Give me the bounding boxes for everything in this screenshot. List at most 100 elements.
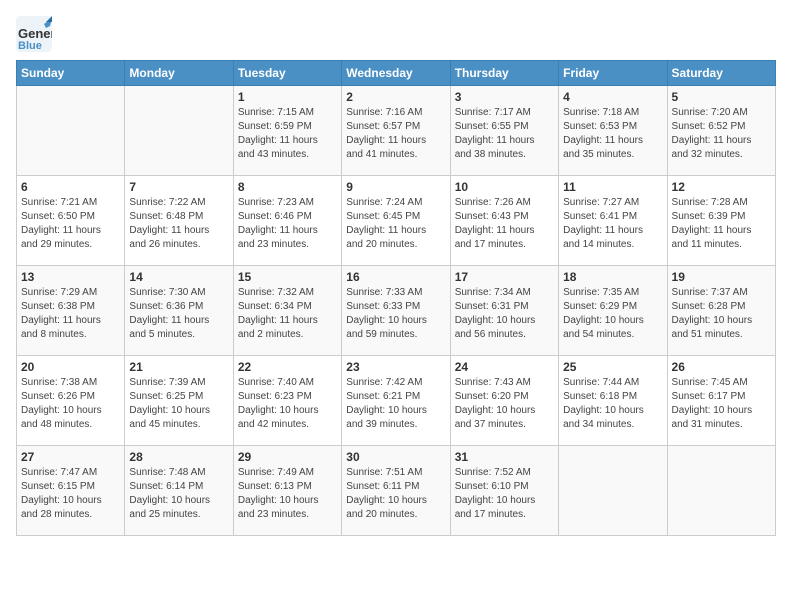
- day-detail: Sunrise: 7:40 AM Sunset: 6:23 PM Dayligh…: [238, 376, 337, 432]
- day-number: 12: [672, 180, 771, 194]
- calendar-cell: 30Sunrise: 7:51 AM Sunset: 6:11 PM Dayli…: [342, 446, 450, 536]
- calendar-cell: 19 Sunrise: 7:37 AM Sunset: 6:28 PM Dayli…: [667, 266, 775, 356]
- day-detail: Sunrise: 7:17 AM Sunset: 6:55 PM Dayligh…: [455, 106, 554, 162]
- day-detail: Sunrise: 7:21 AM Sunset: 6:50 PM Dayligh…: [21, 196, 120, 252]
- calendar-cell: [125, 86, 233, 176]
- calendar-cell: 21 Sunrise: 7:39 AM Sunset: 6:25 PM Dayli…: [125, 356, 233, 446]
- calendar-cell: 7 Sunrise: 7:22 AM Sunset: 6:48 PM Daylig…: [125, 176, 233, 266]
- day-number: 29: [238, 450, 337, 464]
- day-of-week-thursday: Thursday: [450, 61, 558, 86]
- calendar-cell: 23 Sunrise: 7:42 AM Sunset: 6:21 PM Dayli…: [342, 356, 450, 446]
- calendar-header: SundayMondayTuesdayWednesdayThursdayFrid…: [17, 61, 776, 86]
- day-detail: Sunrise: 7:52 AM Sunset: 6:10 PM Dayligh…: [455, 466, 554, 522]
- day-detail: Sunrise: 7:47 AM Sunset: 6:15 PM Dayligh…: [21, 466, 120, 522]
- day-detail: Sunrise: 7:28 AM Sunset: 6:39 PM Dayligh…: [672, 196, 771, 252]
- calendar-cell: 10 Sunrise: 7:26 AM Sunset: 6:43 PM Dayli…: [450, 176, 558, 266]
- day-number: 7: [129, 180, 228, 194]
- day-of-week-sunday: Sunday: [17, 61, 125, 86]
- calendar-cell: 16 Sunrise: 7:33 AM Sunset: 6:33 PM Dayli…: [342, 266, 450, 356]
- day-of-week-wednesday: Wednesday: [342, 61, 450, 86]
- day-detail: Sunrise: 7:48 AM Sunset: 6:14 PM Dayligh…: [129, 466, 228, 522]
- day-detail: Sunrise: 7:45 AM Sunset: 6:17 PM Dayligh…: [672, 376, 771, 432]
- day-detail: Sunrise: 7:32 AM Sunset: 6:34 PM Dayligh…: [238, 286, 337, 342]
- day-number: 1: [238, 90, 337, 104]
- calendar-table: SundayMondayTuesdayWednesdayThursdayFrid…: [16, 60, 776, 536]
- calendar-cell: 6 Sunrise: 7:21 AM Sunset: 6:50 PM Daylig…: [17, 176, 125, 266]
- day-number: 2: [346, 90, 445, 104]
- day-number: 6: [21, 180, 120, 194]
- day-number: 20: [21, 360, 120, 374]
- day-detail: Sunrise: 7:42 AM Sunset: 6:21 PM Dayligh…: [346, 376, 445, 432]
- day-number: 27: [21, 450, 120, 464]
- day-detail: Sunrise: 7:23 AM Sunset: 6:46 PM Dayligh…: [238, 196, 337, 252]
- week-row-3: 13 Sunrise: 7:29 AM Sunset: 6:38 PM Dayli…: [17, 266, 776, 356]
- calendar-cell: [559, 446, 667, 536]
- calendar-cell: 4 Sunrise: 7:18 AM Sunset: 6:53 PM Daylig…: [559, 86, 667, 176]
- day-number: 31: [455, 450, 554, 464]
- day-detail: Sunrise: 7:22 AM Sunset: 6:48 PM Dayligh…: [129, 196, 228, 252]
- day-number: 22: [238, 360, 337, 374]
- calendar-cell: 2 Sunrise: 7:16 AM Sunset: 6:57 PM Daylig…: [342, 86, 450, 176]
- calendar-cell: 3 Sunrise: 7:17 AM Sunset: 6:55 PM Daylig…: [450, 86, 558, 176]
- week-row-4: 20 Sunrise: 7:38 AM Sunset: 6:26 PM Dayli…: [17, 356, 776, 446]
- day-detail: Sunrise: 7:44 AM Sunset: 6:18 PM Dayligh…: [563, 376, 662, 432]
- week-row-1: 1 Sunrise: 7:15 AM Sunset: 6:59 PM Daylig…: [17, 86, 776, 176]
- day-number: 3: [455, 90, 554, 104]
- day-detail: Sunrise: 7:51 AM Sunset: 6:11 PM Dayligh…: [346, 466, 445, 522]
- day-number: 26: [672, 360, 771, 374]
- day-detail: Sunrise: 7:39 AM Sunset: 6:25 PM Dayligh…: [129, 376, 228, 432]
- day-number: 13: [21, 270, 120, 284]
- calendar-cell: 8 Sunrise: 7:23 AM Sunset: 6:46 PM Daylig…: [233, 176, 341, 266]
- calendar-cell: [17, 86, 125, 176]
- week-row-2: 6 Sunrise: 7:21 AM Sunset: 6:50 PM Daylig…: [17, 176, 776, 266]
- day-of-week-tuesday: Tuesday: [233, 61, 341, 86]
- day-number: 21: [129, 360, 228, 374]
- calendar-cell: 18 Sunrise: 7:35 AM Sunset: 6:29 PM Dayli…: [559, 266, 667, 356]
- day-detail: Sunrise: 7:34 AM Sunset: 6:31 PM Dayligh…: [455, 286, 554, 342]
- logo: General Blue: [16, 16, 52, 52]
- svg-text:General: General: [18, 26, 52, 41]
- day-detail: Sunrise: 7:43 AM Sunset: 6:20 PM Dayligh…: [455, 376, 554, 432]
- day-number: 4: [563, 90, 662, 104]
- day-number: 15: [238, 270, 337, 284]
- calendar-cell: 11 Sunrise: 7:27 AM Sunset: 6:41 PM Dayli…: [559, 176, 667, 266]
- day-number: 10: [455, 180, 554, 194]
- day-detail: Sunrise: 7:26 AM Sunset: 6:43 PM Dayligh…: [455, 196, 554, 252]
- calendar-cell: 12 Sunrise: 7:28 AM Sunset: 6:39 PM Dayli…: [667, 176, 775, 266]
- day-number: 16: [346, 270, 445, 284]
- day-number: 5: [672, 90, 771, 104]
- calendar-cell: 31 Sunrise: 7:52 AM Sunset: 6:10 PM Dayli…: [450, 446, 558, 536]
- day-detail: Sunrise: 7:15 AM Sunset: 6:59 PM Dayligh…: [238, 106, 337, 162]
- day-number: 19: [672, 270, 771, 284]
- day-detail: Sunrise: 7:37 AM Sunset: 6:28 PM Dayligh…: [672, 286, 771, 342]
- page-header: General Blue: [16, 16, 776, 52]
- day-detail: Sunrise: 7:20 AM Sunset: 6:52 PM Dayligh…: [672, 106, 771, 162]
- day-detail: Sunrise: 7:16 AM Sunset: 6:57 PM Dayligh…: [346, 106, 445, 162]
- day-detail: Sunrise: 7:18 AM Sunset: 6:53 PM Dayligh…: [563, 106, 662, 162]
- day-number: 28: [129, 450, 228, 464]
- day-detail: Sunrise: 7:35 AM Sunset: 6:29 PM Dayligh…: [563, 286, 662, 342]
- day-number: 11: [563, 180, 662, 194]
- calendar-cell: 25Sunrise: 7:44 AM Sunset: 6:18 PM Dayli…: [559, 356, 667, 446]
- day-number: 17: [455, 270, 554, 284]
- calendar-cell: 28 Sunrise: 7:48 AM Sunset: 6:14 PM Dayli…: [125, 446, 233, 536]
- day-number: 18: [563, 270, 662, 284]
- calendar-cell: 26 Sunrise: 7:45 AM Sunset: 6:17 PM Dayli…: [667, 356, 775, 446]
- calendar-cell: 13 Sunrise: 7:29 AM Sunset: 6:38 PM Dayli…: [17, 266, 125, 356]
- calendar-cell: 22 Sunrise: 7:40 AM Sunset: 6:23 PM Dayli…: [233, 356, 341, 446]
- day-number: 24: [455, 360, 554, 374]
- day-detail: Sunrise: 7:30 AM Sunset: 6:36 PM Dayligh…: [129, 286, 228, 342]
- calendar-cell: 17 Sunrise: 7:34 AM Sunset: 6:31 PM Dayli…: [450, 266, 558, 356]
- day-detail: Sunrise: 7:38 AM Sunset: 6:26 PM Dayligh…: [21, 376, 120, 432]
- day-number: 9: [346, 180, 445, 194]
- day-of-week-monday: Monday: [125, 61, 233, 86]
- logo-icon: General Blue: [16, 16, 52, 52]
- day-detail: Sunrise: 7:27 AM Sunset: 6:41 PM Dayligh…: [563, 196, 662, 252]
- day-number: 8: [238, 180, 337, 194]
- day-number: 14: [129, 270, 228, 284]
- day-number: 23: [346, 360, 445, 374]
- day-detail: Sunrise: 7:33 AM Sunset: 6:33 PM Dayligh…: [346, 286, 445, 342]
- calendar-cell: 27 Sunrise: 7:47 AM Sunset: 6:15 PM Dayli…: [17, 446, 125, 536]
- day-detail: Sunrise: 7:29 AM Sunset: 6:38 PM Dayligh…: [21, 286, 120, 342]
- calendar-cell: 29Sunrise: 7:49 AM Sunset: 6:13 PM Dayli…: [233, 446, 341, 536]
